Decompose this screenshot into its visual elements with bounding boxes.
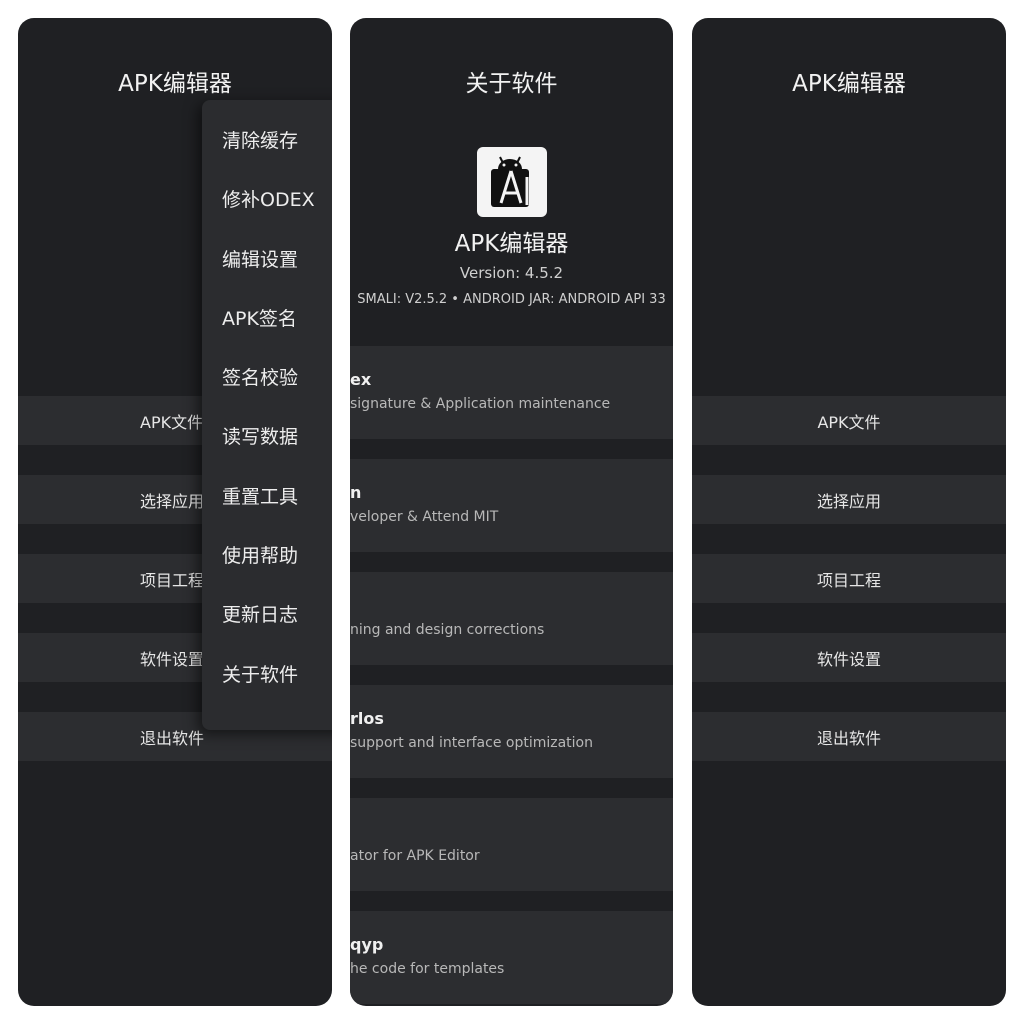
credit-name: qyp bbox=[350, 935, 384, 954]
credit-name: ex bbox=[350, 370, 372, 389]
menu-item-clear-cache[interactable]: 清除缓存 bbox=[202, 112, 332, 171]
credit-item[interactable]: n veloper & Attend MIT bbox=[350, 459, 673, 552]
credit-name: rlos bbox=[350, 709, 384, 728]
about-title: 关于软件 bbox=[465, 71, 558, 97]
menu-item-changelog[interactable]: 更新日志 bbox=[202, 586, 332, 645]
credit-description: support and interface optimization bbox=[350, 735, 593, 751]
menu-item-patch-odex[interactable]: 修补ODEX bbox=[202, 171, 332, 230]
apk-file-button[interactable]: APK文件 bbox=[692, 396, 1006, 445]
main-menu: APK文件 选择应用 项目工程 软件设置 退出软件 bbox=[692, 396, 1006, 791]
app-title: APK编辑器 bbox=[118, 71, 232, 97]
menu-item-reset-tool[interactable]: 重置工具 bbox=[202, 468, 332, 527]
android-studio-icon bbox=[477, 147, 547, 217]
version-label: Version: 4.5.2 bbox=[459, 264, 564, 282]
credit-item[interactable]: rlos support and interface optimization bbox=[350, 685, 673, 778]
credit-description: signature & Application maintenance bbox=[350, 396, 611, 412]
app-title: APK编辑器 bbox=[792, 71, 906, 97]
settings-button[interactable]: 软件设置 bbox=[692, 633, 1006, 682]
library-info: SMALI: V2.5.2 • ANDROID JAR: ANDROID API… bbox=[357, 292, 666, 307]
menu-item-edit-settings[interactable]: 编辑设置 bbox=[202, 231, 332, 290]
main-screen-with-menu: APK编辑器 APK文件 选择应用 项目工程 软件设置 退出软件 清除缓存 修补… bbox=[18, 18, 332, 1006]
credit-description: ning and design corrections bbox=[350, 622, 545, 638]
exit-button[interactable]: 退出软件 bbox=[692, 712, 1006, 761]
main-screen: APK编辑器 APK文件 选择应用 项目工程 软件设置 退出软件 bbox=[692, 18, 1006, 1006]
credit-item[interactable]: qyp he code for templates bbox=[350, 911, 673, 1004]
projects-button[interactable]: 项目工程 bbox=[692, 554, 1006, 603]
credit-item[interactable]: ex signature & Application maintenance bbox=[350, 346, 673, 439]
menu-item-verify-signature[interactable]: 签名校验 bbox=[202, 349, 332, 408]
menu-item-about[interactable]: 关于软件 bbox=[202, 646, 332, 705]
about-screen: 关于软件 APK编辑器 Version: 4.5.2 SMALI: V2.5.2… bbox=[350, 18, 673, 1006]
overflow-popup-menu: 清除缓存 修补ODEX 编辑设置 APK签名 签名校验 读写数据 重置工具 使用… bbox=[202, 100, 332, 730]
select-app-button[interactable]: 选择应用 bbox=[692, 475, 1006, 524]
menu-item-apk-sign[interactable]: APK签名 bbox=[202, 290, 332, 349]
menu-item-read-write-data[interactable]: 读写数据 bbox=[202, 408, 332, 467]
credit-description: ator for APK Editor bbox=[350, 848, 480, 864]
credit-description: he code for templates bbox=[350, 961, 505, 977]
app-name: APK编辑器 bbox=[454, 231, 569, 257]
credit-description: veloper & Attend MIT bbox=[350, 509, 499, 525]
credit-item[interactable]: ator for APK Editor bbox=[350, 798, 673, 891]
menu-item-help[interactable]: 使用帮助 bbox=[202, 527, 332, 586]
credit-name: n bbox=[350, 483, 362, 502]
credit-item[interactable]: ning and design corrections bbox=[350, 572, 673, 665]
